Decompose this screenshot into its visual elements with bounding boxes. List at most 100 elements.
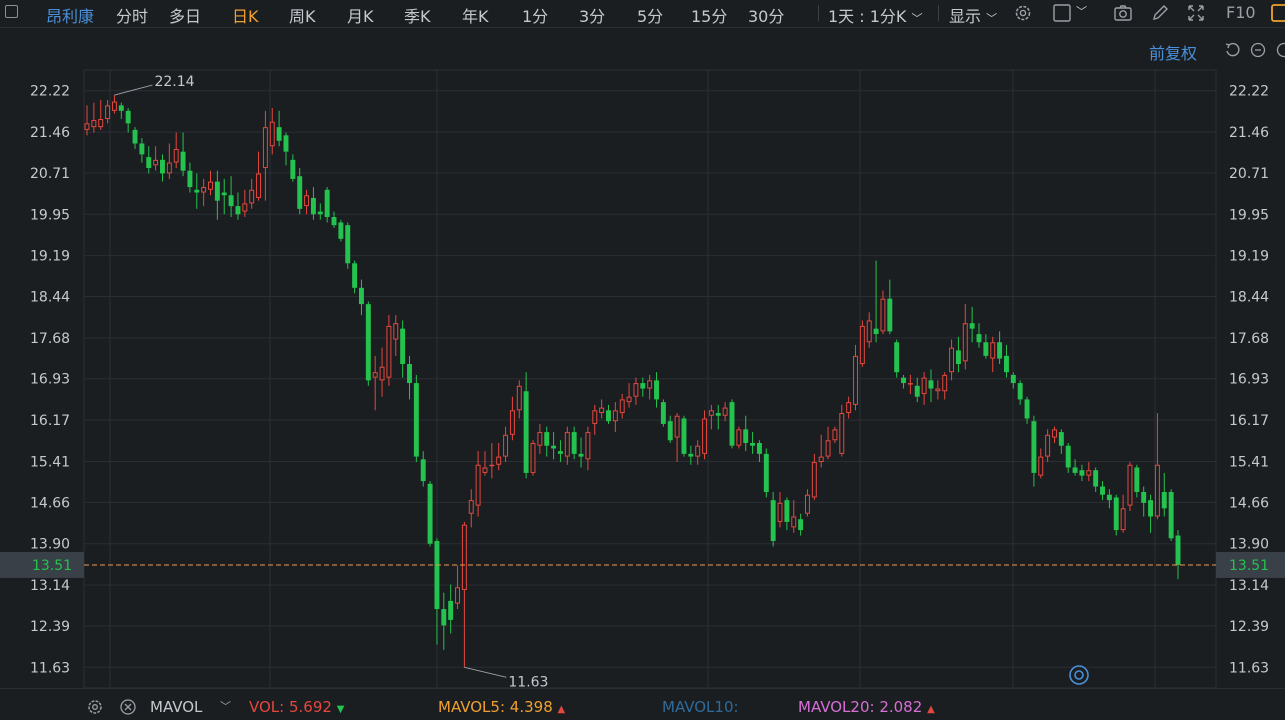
candle-body-up (497, 457, 501, 464)
candle-body-up (1046, 435, 1050, 456)
orange-square-icon[interactable] (1270, 3, 1285, 23)
fullscreen-icon[interactable] (1186, 3, 1206, 23)
candle-body-up (778, 503, 782, 521)
candle-body-up (476, 465, 480, 505)
tab-15min[interactable]: 15分 (691, 3, 727, 27)
candle-body-up (174, 149, 178, 162)
candle-body-up (1053, 430, 1057, 437)
tab-1min[interactable]: 1分 (522, 3, 548, 27)
candle-body-up (847, 403, 851, 413)
y-tick-label-left: 15.41 (30, 454, 70, 470)
candle-body-up (819, 457, 823, 461)
candle-body-up (250, 190, 254, 203)
low-annotation-label: 11.63 (508, 674, 548, 688)
y-tick-label-left: 16.93 (30, 372, 70, 388)
settings-gear-icon[interactable] (1013, 3, 1033, 23)
high-annotation-label: 22.14 (154, 74, 194, 90)
vol-value: 5.692 (289, 698, 332, 716)
candle-body-up (792, 517, 796, 527)
candle-body-down (579, 454, 584, 457)
chevron-down-icon[interactable]: ﹀ (1076, 3, 1087, 19)
vol-readout: VOL: 5.692 ▼ (249, 698, 344, 716)
settings-gear-icon[interactable] (86, 698, 104, 716)
candlestick-chart[interactable]: 22.2222.2221.4621.4620.7120.7119.9519.95… (0, 28, 1285, 688)
candle-body-down (1066, 446, 1071, 468)
mavol20-readout: MAVOL20: 2.082 ▲ (798, 698, 935, 716)
tab-multiday[interactable]: 多日 (169, 3, 201, 27)
y-tick-label-left: 13.90 (30, 537, 70, 553)
candle-body-down (448, 601, 453, 620)
y-tick-label-right: 13.90 (1229, 537, 1269, 553)
tab-5min[interactable]: 5分 (637, 3, 663, 27)
candle-body-up (600, 408, 604, 412)
y-tick-label-left: 22.22 (30, 84, 70, 100)
candle-body-up (85, 124, 89, 130)
candle-body-down (146, 157, 151, 168)
tab-daily-k[interactable]: 日K (232, 3, 259, 27)
candle-body-up (202, 188, 206, 192)
candle-body-up (1121, 509, 1125, 530)
candle-body-down (716, 413, 721, 416)
candle-body-down (551, 446, 556, 449)
candle-body-down (1011, 375, 1016, 383)
y-tick-label-right: 16.93 (1229, 372, 1269, 388)
arrow-down-icon: ▼ (337, 704, 345, 715)
candle-body-up (593, 411, 597, 424)
candle-body-up (586, 433, 590, 459)
candle-body-up (950, 348, 954, 372)
candle-body-up (106, 106, 110, 119)
tab-timeshare[interactable]: 分时 (116, 3, 148, 27)
candle-body-down (743, 429, 748, 443)
y-tick-label-right: 18.44 (1229, 290, 1269, 306)
camera-icon[interactable] (1113, 3, 1133, 23)
tab-weekly-k[interactable]: 周K (289, 3, 316, 27)
tab-3min[interactable]: 3分 (579, 3, 605, 27)
y-tick-label-right: 19.95 (1229, 207, 1269, 223)
y-tick-label-left: 18.44 (30, 290, 70, 306)
candle-body-up (634, 384, 638, 397)
candle-body-down (970, 323, 975, 328)
candle-body-up (456, 588, 460, 603)
candle-body-down (1148, 500, 1153, 516)
candle-body-up (92, 121, 96, 127)
candle-body-up (380, 367, 384, 380)
candle-body-up (1087, 471, 1091, 475)
candle-body-up (462, 525, 466, 589)
stock-name[interactable]: 昂利康 (46, 3, 94, 27)
candle-body-down (1162, 492, 1167, 508)
tab-quarterly-k[interactable]: 季K (404, 3, 431, 27)
tab-30min[interactable]: 30分 (748, 3, 784, 27)
candle-body-down (771, 500, 776, 541)
tab-yearly-k[interactable]: 年K (462, 3, 489, 27)
candle-body-down (434, 541, 439, 609)
candle-body-up (112, 102, 116, 110)
candle-body-down (139, 144, 144, 155)
candle-body-up (723, 408, 727, 415)
candle-body-down (1100, 487, 1105, 495)
candle-body-down (997, 342, 1002, 358)
chevron-down-icon[interactable]: ﹀ (220, 698, 231, 714)
pencil-icon[interactable] (1150, 3, 1170, 23)
candle-body-up (696, 446, 700, 456)
tab-monthly-k[interactable]: 月K (347, 3, 374, 27)
arrow-up-icon: ▲ (558, 704, 566, 715)
close-icon[interactable] (119, 698, 137, 716)
magnifier-icon[interactable] (1070, 666, 1088, 684)
candle-body-down (133, 130, 138, 144)
y-tick-label-right: 22.22 (1229, 84, 1269, 100)
checkbox-icon[interactable] (1052, 3, 1072, 23)
candle-body-down (194, 190, 199, 193)
candle-body-down (345, 225, 350, 263)
f10-button[interactable]: F10 (1226, 3, 1256, 22)
candle-body-down (929, 380, 934, 388)
candle-body-down (160, 160, 165, 174)
candle-body-up (99, 120, 103, 127)
y-tick-label-right: 13.14 (1229, 578, 1269, 594)
sidebar-toggle-icon[interactable] (5, 5, 18, 18)
display-menu[interactable]: 显示 ﹀ (949, 3, 997, 27)
interval-select[interactable]: 1天 : 1分K ﹀ (828, 3, 923, 27)
candle-body-down (229, 195, 234, 206)
indicator-name[interactable]: MAVOL (150, 698, 202, 716)
candle-body-up (270, 122, 274, 146)
candle-body-down (1176, 536, 1181, 565)
